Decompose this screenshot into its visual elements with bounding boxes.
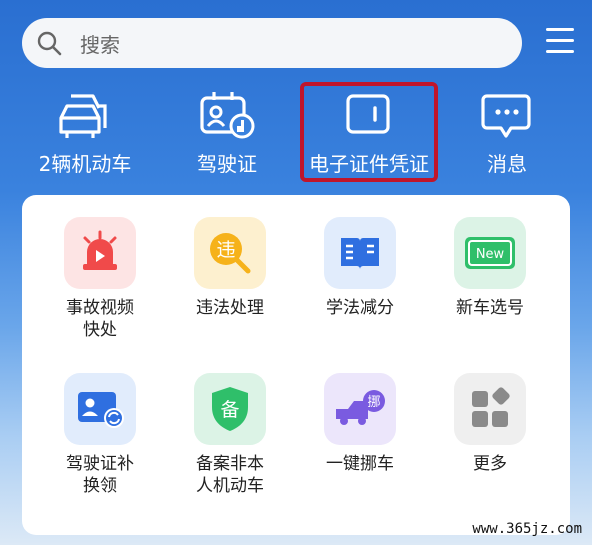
violation-search-icon: 违 bbox=[194, 217, 266, 289]
license-renew-icon bbox=[64, 373, 136, 445]
vehicles-label: 2辆机动车 bbox=[38, 152, 132, 176]
vehicles-shortcut[interactable]: 2辆机动车 bbox=[20, 84, 150, 180]
service-accident-video[interactable]: 事故视频 快处 bbox=[40, 217, 160, 341]
watermark: www.365jz.com bbox=[472, 521, 582, 537]
service-label: 驾驶证补 换领 bbox=[66, 454, 134, 496]
siren-video-icon bbox=[64, 217, 136, 289]
new-plate-icon: New bbox=[454, 217, 526, 289]
car-icon bbox=[59, 94, 107, 138]
driver-license-shortcut[interactable]: 驾驶证 bbox=[162, 84, 292, 180]
search-bar[interactable]: 搜索 bbox=[22, 18, 522, 68]
message-icon bbox=[481, 94, 531, 138]
search-placeholder: 搜索 bbox=[80, 32, 120, 57]
service-label: 更多 bbox=[473, 454, 507, 474]
service-label: 一键挪车 bbox=[326, 454, 394, 474]
search-icon bbox=[37, 31, 62, 56]
messages-shortcut[interactable]: 消息 bbox=[442, 84, 572, 180]
more-grid-icon bbox=[454, 373, 526, 445]
services-card: 事故视频 快处 违 违法处理 学法减分 New 新车选号 驾驶证补 换领 备 备… bbox=[22, 195, 570, 535]
service-label: 学法减分 bbox=[326, 298, 394, 318]
service-label: 违法处理 bbox=[196, 298, 264, 318]
messages-label: 消息 bbox=[487, 152, 527, 176]
service-violation-handling[interactable]: 违 违法处理 bbox=[170, 217, 290, 319]
driver-license-icon bbox=[200, 92, 255, 139]
service-license-renew[interactable]: 驾驶证补 换领 bbox=[40, 373, 160, 497]
service-more[interactable]: 更多 bbox=[430, 373, 550, 475]
highlight-box bbox=[300, 82, 438, 182]
svg-text:挪: 挪 bbox=[367, 395, 380, 410]
svg-text:违: 违 bbox=[216, 239, 235, 261]
shield-record-icon: 备 bbox=[194, 373, 266, 445]
book-icon bbox=[324, 217, 396, 289]
svg-text:New: New bbox=[476, 247, 505, 262]
service-study-law[interactable]: 学法减分 bbox=[300, 217, 420, 319]
driver-license-label: 驾驶证 bbox=[197, 152, 257, 176]
truck-move-icon: 挪 bbox=[324, 373, 396, 445]
hamburger-menu-icon[interactable] bbox=[546, 28, 574, 54]
svg-text:备: 备 bbox=[220, 399, 239, 421]
service-new-plate[interactable]: New 新车选号 bbox=[430, 217, 550, 319]
service-label: 备案非本 人机动车 bbox=[196, 454, 264, 496]
service-label: 新车选号 bbox=[456, 298, 524, 318]
service-move-car[interactable]: 挪 一键挪车 bbox=[300, 373, 420, 475]
service-record-vehicle[interactable]: 备 备案非本 人机动车 bbox=[170, 373, 290, 497]
service-label: 事故视频 快处 bbox=[66, 298, 134, 340]
